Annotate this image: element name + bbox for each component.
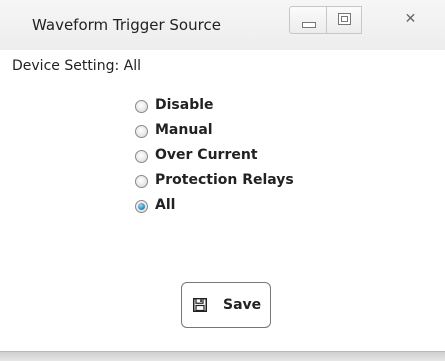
save-button[interactable]: Save [181,282,271,328]
window-title: Waveform Trigger Source [32,16,221,34]
maximize-button[interactable] [326,6,362,34]
close-icon: ✕ [404,11,417,27]
minimize-button[interactable] [289,6,327,34]
radio-label: Protection Relays [155,172,294,188]
minimize-icon [302,22,316,28]
device-setting-label: Device Setting: All [12,58,141,74]
radio-button[interactable] [135,100,148,113]
radio-button[interactable] [135,150,148,163]
radio-label: All [155,197,176,213]
radio-button[interactable] [135,175,148,188]
title-bar[interactable]: Waveform Trigger Source ✕ [0,0,445,50]
radio-label: Disable [155,97,214,113]
save-button-label: Save [223,297,262,313]
radio-label: Manual [155,122,213,138]
maximize-icon [338,13,351,25]
close-button[interactable]: ✕ [388,6,433,34]
floppy-disk-icon [193,298,207,312]
waveform-trigger-window: Waveform Trigger Source ✕ Device Setting… [0,0,445,361]
radio-button[interactable] [135,125,148,138]
radio-label: Over Current [155,147,258,163]
radio-button-selected[interactable] [135,200,148,213]
